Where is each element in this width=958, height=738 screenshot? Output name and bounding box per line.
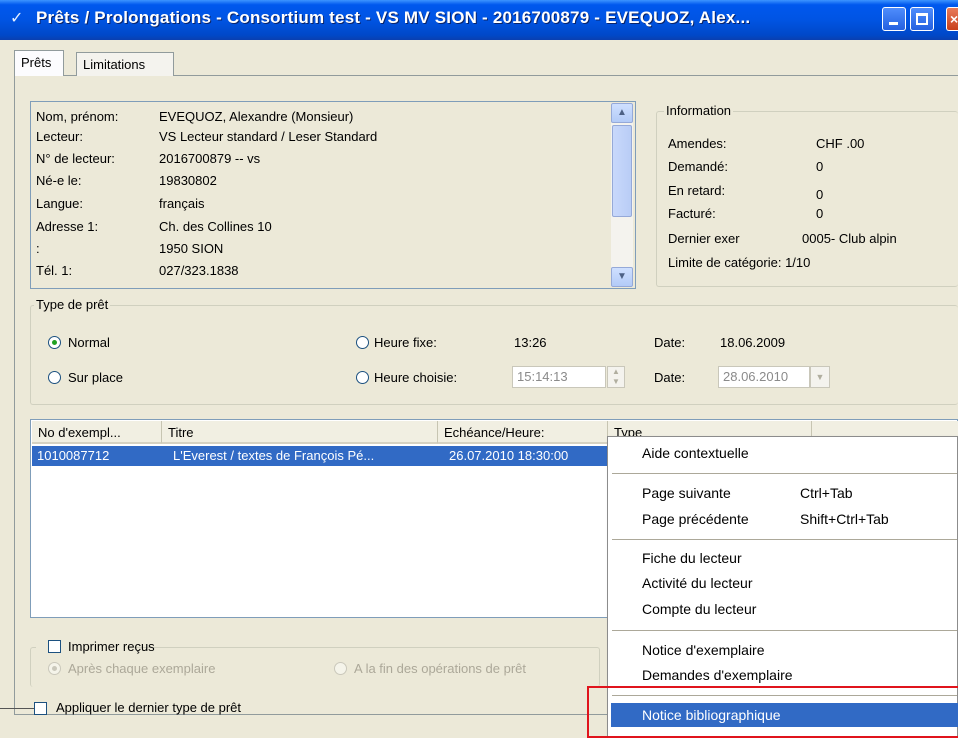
close-icon: × bbox=[950, 11, 958, 27]
scroll-up-icon[interactable]: ▲ bbox=[611, 103, 633, 123]
reader-label: N° de lecteur: bbox=[36, 151, 115, 166]
info-label: Demandé: bbox=[668, 159, 728, 174]
info-label: Facturé: bbox=[668, 206, 716, 221]
column-header-echeance[interactable]: Echéance/Heure: bbox=[438, 421, 608, 444]
info-value: 0 bbox=[816, 187, 824, 202]
cell-echeance: 26.07.2010 18:30:00 bbox=[449, 448, 569, 463]
minimize-icon bbox=[889, 22, 898, 25]
date-label: Date: bbox=[654, 335, 686, 350]
info-label: Dernier exer bbox=[668, 231, 740, 246]
spin-down-icon[interactable]: ▼ bbox=[608, 377, 624, 387]
maximize-button[interactable] bbox=[910, 7, 934, 31]
apply-last-checkbox[interactable] bbox=[34, 702, 47, 715]
reader-value: 19830802 bbox=[159, 173, 217, 188]
at-end-radio[interactable] bbox=[334, 662, 347, 675]
cell-no: 1010087712 bbox=[37, 448, 110, 463]
menu-separator bbox=[612, 539, 957, 540]
reader-value: EVEQUOZ, Alexandre (Monsieur) bbox=[159, 109, 354, 124]
reader-value: 027/323.1838 bbox=[159, 263, 239, 278]
menu-item-activite-lecteur[interactable]: Activité du lecteur bbox=[642, 575, 753, 591]
column-header-no[interactable]: No d'exempl... bbox=[32, 421, 162, 444]
apply-last-label: Appliquer le dernier type de prêt bbox=[56, 700, 242, 715]
date-label: Date: bbox=[654, 370, 686, 385]
loan-type-title: Type de prêt bbox=[34, 297, 111, 312]
annotation-highlight-box bbox=[587, 686, 958, 738]
menu-separator bbox=[612, 630, 957, 631]
menu-item-aide-contextuelle[interactable]: Aide contextuelle bbox=[642, 445, 749, 461]
reader-value: VS Lecteur standard / Leser Standard bbox=[159, 129, 378, 144]
sur-place-label: Sur place bbox=[68, 370, 123, 385]
reader-scrollbar[interactable]: ▲ ▼ bbox=[611, 103, 633, 287]
cell-titre: L'Everest / textes de François Pé... bbox=[173, 448, 375, 463]
scroll-down-icon[interactable]: ▼ bbox=[611, 267, 633, 287]
reader-label: Né-e le: bbox=[36, 173, 82, 188]
reader-label: : bbox=[36, 241, 40, 256]
menu-item-notice-exemplaire[interactable]: Notice d'exemplaire bbox=[642, 642, 765, 658]
after-each-label: Après chaque exemplaire bbox=[68, 661, 216, 676]
heure-fixe-radio[interactable] bbox=[356, 336, 369, 349]
menu-item-page-suivante[interactable]: Page suivante bbox=[642, 485, 731, 501]
menu-shortcut: Shift+Ctrl+Tab bbox=[800, 511, 889, 527]
normal-radio[interactable] bbox=[48, 336, 61, 349]
title-bar[interactable]: ✓ Prêts / Prolongations - Consortium tes… bbox=[0, 0, 958, 40]
scroll-thumb[interactable] bbox=[612, 125, 632, 217]
info-value: 0005- Club alpin bbox=[802, 231, 897, 246]
menu-item-demandes-exemplaire[interactable]: Demandes d'exemplaire bbox=[642, 667, 793, 683]
info-value: CHF .00 bbox=[816, 136, 865, 151]
heure-choisie-radio[interactable] bbox=[356, 371, 369, 384]
category-limit: Limite de catégorie: 1/10 bbox=[668, 255, 811, 270]
menu-separator bbox=[612, 473, 957, 474]
tab-prets[interactable]: Prêts bbox=[14, 50, 64, 76]
heure-choisie-input[interactable]: 15:14:13 bbox=[512, 366, 606, 388]
time-spinner[interactable]: ▲ ▼ bbox=[607, 366, 625, 388]
print-receipts-label: Imprimer reçus bbox=[68, 639, 155, 654]
information-title: Information bbox=[664, 103, 734, 118]
tab-limitations[interactable]: Limitations bbox=[76, 52, 174, 76]
date-dropdown-icon[interactable]: ▼ bbox=[810, 366, 830, 388]
info-value: 0 bbox=[816, 206, 824, 221]
reader-label: Langue: bbox=[36, 196, 83, 211]
maximize-icon bbox=[916, 13, 928, 25]
after-each-radio[interactable] bbox=[48, 662, 61, 675]
menu-item-fiche-lecteur[interactable]: Fiche du lecteur bbox=[642, 550, 742, 566]
info-value: 0 bbox=[816, 159, 824, 174]
menu-item-page-precedente[interactable]: Page précédente bbox=[642, 511, 749, 527]
close-button[interactable]: × bbox=[946, 7, 958, 31]
minimize-button[interactable] bbox=[882, 7, 906, 31]
reader-info-box: Nom, prénom: EVEQUOZ, Alexandre (Monsieu… bbox=[30, 101, 636, 289]
loan-type-group bbox=[30, 305, 958, 405]
at-end-label: A la fin des opérations de prêt bbox=[354, 661, 527, 676]
reader-value: 1950 SION bbox=[159, 241, 224, 256]
spin-up-icon[interactable]: ▲ bbox=[608, 367, 624, 377]
menu-shortcut: Ctrl+Tab bbox=[800, 485, 853, 501]
column-header-titre[interactable]: Titre bbox=[162, 421, 438, 444]
reader-label: Tél. 1: bbox=[36, 263, 73, 278]
window-title: Prêts / Prolongations - Consortium test … bbox=[36, 8, 751, 27]
print-receipts-checkbox[interactable] bbox=[48, 640, 61, 653]
app-icon: ✓ bbox=[10, 10, 24, 27]
heure-fixe-label: Heure fixe: bbox=[374, 335, 437, 350]
reader-value: français bbox=[159, 196, 205, 211]
sur-place-radio[interactable] bbox=[48, 371, 61, 384]
reader-value: 2016700879 -- vs bbox=[159, 151, 261, 166]
reader-label: Nom, prénom: bbox=[36, 109, 119, 124]
heure-fixe-value: 13:26 bbox=[514, 335, 547, 350]
reader-label: Adresse 1: bbox=[36, 219, 99, 234]
divider bbox=[0, 708, 34, 709]
normal-label: Normal bbox=[68, 335, 110, 350]
reader-value: Ch. des Collines 10 bbox=[159, 219, 272, 234]
info-label: Amendes: bbox=[668, 136, 727, 151]
date-input[interactable]: 28.06.2010 bbox=[718, 366, 810, 388]
date-value: 18.06.2009 bbox=[720, 335, 786, 350]
info-label: En retard: bbox=[668, 183, 726, 198]
heure-choisie-label: Heure choisie: bbox=[374, 370, 458, 385]
reader-label: Lecteur: bbox=[36, 129, 83, 144]
menu-item-compte-lecteur[interactable]: Compte du lecteur bbox=[642, 601, 756, 617]
